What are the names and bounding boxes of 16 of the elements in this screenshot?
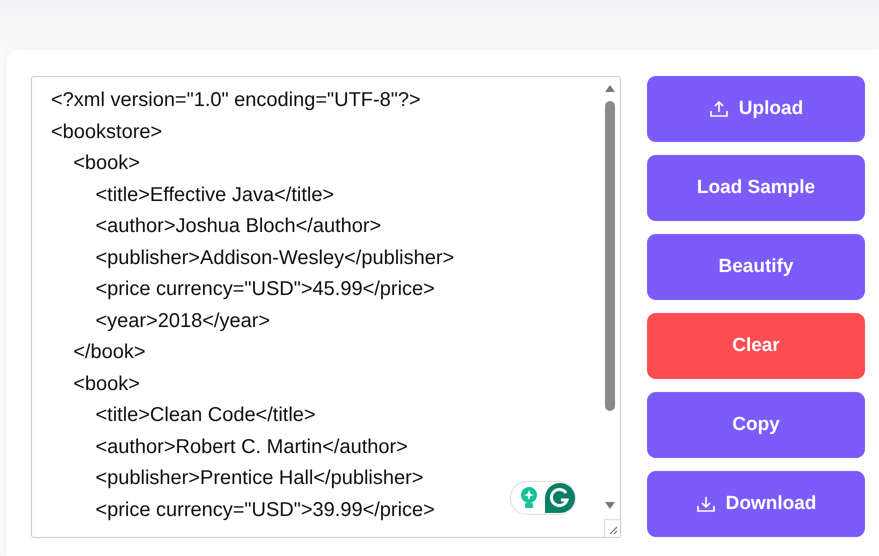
action-button[interactable]: Download — [647, 471, 865, 537]
action-button[interactable]: Upload — [647, 76, 865, 142]
resize-handle-icon[interactable] — [604, 519, 620, 537]
download-icon — [696, 495, 716, 513]
action-button[interactable]: Clear — [647, 313, 865, 379]
lightbulb-icon — [519, 486, 539, 510]
xml-input-field[interactable]: <?xml version="1.0" encoding="UTF-8"?> <bookstore> <book> <title>Effective Java</title> <author>Joshua Bloch</author> <publisher>Addison-Wesley</publisher> <price currency="USD">45.99</price> <year>2018</year> </book> <book> <title>Clean Code</title> <author>Robert C. Martin</author> <publisher>Prentice Hall</publisher> <price currency="USD">39.99</price> — [31, 76, 621, 538]
action-button[interactable]: Beautify — [647, 234, 865, 300]
g-logo-icon — [545, 483, 575, 513]
upload-icon — [708, 100, 729, 118]
action-button[interactable]: Copy — [647, 392, 865, 458]
scrollbar-thumb[interactable] — [605, 101, 615, 411]
writing-assistant-badge[interactable] — [510, 481, 576, 515]
action-button[interactable]: Load Sample — [647, 155, 865, 221]
scroll-up-icon[interactable] — [604, 83, 616, 93]
scroll-down-icon[interactable] — [604, 501, 616, 511]
